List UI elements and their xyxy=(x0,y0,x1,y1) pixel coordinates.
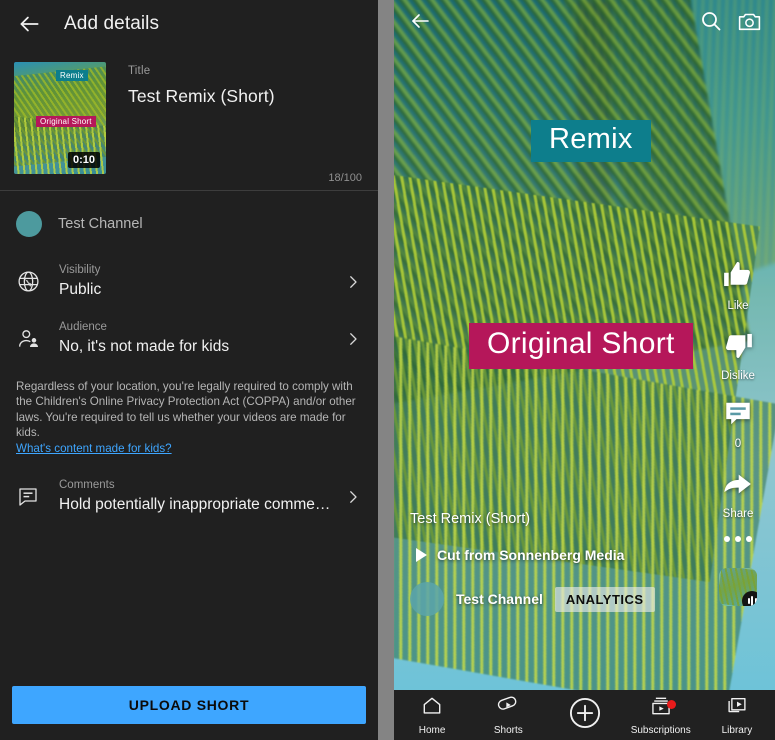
subscriptions-badge-dot xyxy=(667,700,676,709)
setting-texts-visibility: Visibility Public xyxy=(50,264,340,299)
video-title: Test Remix (Short) xyxy=(410,511,655,527)
comments-label: Comments xyxy=(59,479,340,491)
comments-button[interactable]: 0 xyxy=(722,398,754,450)
nav-item-library[interactable]: Library xyxy=(699,695,775,736)
comment-count: 0 xyxy=(735,438,741,450)
camera-icon[interactable] xyxy=(737,9,761,33)
visibility-value: Public xyxy=(59,281,340,299)
sound-attribution-row[interactable]: Cut from Sonnenberg Media xyxy=(410,547,655,563)
overlay-original-short-label: Original Short xyxy=(469,323,693,369)
thumbs-down-icon xyxy=(721,328,755,367)
channel-name: Test Channel xyxy=(456,591,543,607)
nav-item-subscriptions[interactable]: Subscriptions xyxy=(623,695,699,736)
share-button[interactable]: Share xyxy=(721,466,755,520)
player-topbar xyxy=(394,0,775,42)
library-icon xyxy=(726,695,748,722)
page-title: Add details xyxy=(64,13,159,35)
channel-avatar xyxy=(16,211,42,237)
thumbs-up-icon xyxy=(721,258,755,297)
comments-value: Hold potentially inappropriate comme… xyxy=(59,496,340,514)
video-meta: Test Remix (Short) Cut from Sonnenberg M… xyxy=(410,511,655,616)
more-dot xyxy=(724,536,730,542)
comment-box-icon xyxy=(16,485,50,509)
coppa-legal-text: Regardless of your location, you're lega… xyxy=(16,380,356,439)
audience-people-icon xyxy=(16,326,50,352)
add-details-panel: Add details Remix Original Short 0:10 Ti… xyxy=(0,0,378,740)
title-field-label: Title xyxy=(128,65,275,77)
play-icon xyxy=(416,548,427,562)
setting-row-comments[interactable]: Comments Hold potentially inappropriate … xyxy=(0,468,378,525)
nav-item-shorts[interactable]: Shorts xyxy=(470,695,546,736)
thumbnail-original-badge: Original Short xyxy=(36,116,96,127)
comment-icon xyxy=(722,398,754,435)
title-field-group[interactable]: Title Test Remix (Short) xyxy=(106,62,275,190)
more-dot xyxy=(735,536,741,542)
share-icon xyxy=(721,466,755,505)
thumbnail-duration-badge: 0:10 xyxy=(68,152,100,168)
channel-row[interactable]: Test Channel ANALYTICS xyxy=(410,582,655,616)
chevron-right-icon[interactable] xyxy=(340,330,362,348)
nav-label-library: Library xyxy=(722,725,753,736)
like-label: Like xyxy=(727,300,748,312)
shorts-icon xyxy=(497,695,519,722)
audience-label: Audience xyxy=(59,321,340,333)
title-block: Remix Original Short 0:10 Title Test Rem… xyxy=(0,48,378,190)
sound-attribution-text: Cut from Sonnenberg Media xyxy=(437,547,624,563)
title-input[interactable]: Test Remix (Short) xyxy=(128,86,275,107)
nav-item-create[interactable] xyxy=(546,695,622,736)
search-icon[interactable] xyxy=(699,9,723,33)
channel-row[interactable]: Test Channel xyxy=(0,191,378,253)
like-button[interactable]: Like xyxy=(721,258,755,312)
coppa-legal-text-block: Regardless of your location, you're lega… xyxy=(0,367,378,456)
audio-wave-icon xyxy=(742,591,757,606)
upload-short-button[interactable]: UPLOAD SHORT xyxy=(12,686,366,724)
setting-row-visibility[interactable]: Visibility Public xyxy=(0,253,378,310)
visibility-label: Visibility xyxy=(59,264,340,276)
more-dot xyxy=(746,536,752,542)
action-rail: Like Dislike xyxy=(707,258,769,606)
setting-texts-comments: Comments Hold potentially inappropriate … xyxy=(50,479,340,514)
dislike-label: Dislike xyxy=(721,370,755,382)
chevron-right-icon[interactable] xyxy=(340,488,362,506)
video-stage[interactable]: Remix Original Short Like xyxy=(394,0,775,690)
setting-texts-audience: Audience No, it's not made for kids xyxy=(50,321,340,356)
home-icon xyxy=(421,695,443,722)
nav-label-shorts: Shorts xyxy=(494,725,523,736)
panel-separator xyxy=(378,0,394,740)
dislike-button[interactable]: Dislike xyxy=(721,328,755,382)
add-details-header: Add details xyxy=(0,0,378,48)
channel-avatar[interactable] xyxy=(410,582,444,616)
setting-row-audience[interactable]: Audience No, it's not made for kids xyxy=(0,310,378,367)
nav-label-subscriptions: Subscriptions xyxy=(631,725,691,736)
audience-value: No, it's not made for kids xyxy=(59,338,340,356)
globe-icon xyxy=(16,269,50,294)
title-char-counter: 18/100 xyxy=(328,172,362,184)
coppa-learn-more-link[interactable]: What's content made for kids? xyxy=(16,441,362,456)
nav-label-home: Home xyxy=(419,725,446,736)
share-label: Share xyxy=(723,508,754,520)
app-root: Add details Remix Original Short 0:10 Ti… xyxy=(0,0,775,740)
sound-thumbnail[interactable] xyxy=(719,568,757,606)
chevron-right-icon[interactable] xyxy=(340,273,362,291)
thumbnail-remix-badge: Remix xyxy=(56,70,88,81)
shorts-player-panel: Remix Original Short Like xyxy=(394,0,775,740)
more-horizontal-icon[interactable] xyxy=(724,536,752,542)
analytics-button[interactable]: ANALYTICS xyxy=(555,587,655,612)
back-arrow-icon[interactable] xyxy=(16,11,42,37)
overlay-remix-label: Remix xyxy=(531,120,651,162)
bottom-navigation-bar: Home Shorts xyxy=(394,690,775,740)
nav-item-home[interactable]: Home xyxy=(394,695,470,736)
channel-name-label: Test Channel xyxy=(58,216,143,232)
back-arrow-icon[interactable] xyxy=(408,9,432,33)
create-plus-icon xyxy=(567,695,603,736)
video-thumbnail[interactable]: Remix Original Short 0:10 xyxy=(14,62,106,174)
